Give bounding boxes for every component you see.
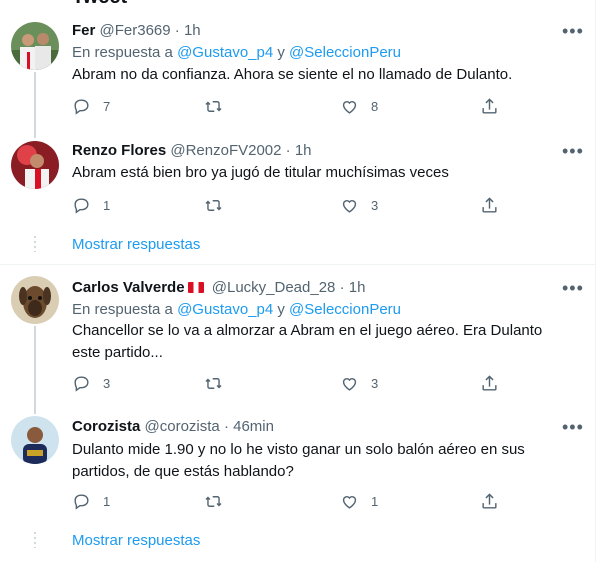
thread-line-dotted bbox=[34, 532, 36, 548]
show-replies-link[interactable]: Mostrar respuestas bbox=[72, 532, 200, 549]
author-handle[interactable]: @Fer3669 bbox=[100, 22, 171, 39]
like-button[interactable]: 3 bbox=[340, 374, 378, 393]
author-name[interactable]: Fer bbox=[72, 22, 95, 39]
tweet-text: Abram no da confianza. Ahora se siente e… bbox=[72, 66, 513, 83]
action-bar: 3 3 bbox=[72, 374, 512, 394]
reply-button[interactable]: 3 bbox=[72, 374, 110, 393]
column-border bbox=[595, 0, 596, 562]
timestamp[interactable]: 46min bbox=[233, 418, 274, 435]
reply-icon bbox=[74, 376, 89, 392]
author-handle[interactable]: @RenzoFV2002 bbox=[170, 142, 281, 159]
author-handle[interactable]: @corozista bbox=[145, 418, 220, 435]
author-name[interactable]: Corozista bbox=[72, 418, 140, 435]
divider bbox=[0, 264, 595, 265]
mention-link[interactable]: @SeleccionPeru bbox=[289, 44, 401, 61]
like-button[interactable]: 8 bbox=[340, 97, 378, 116]
peru-flag-icon bbox=[187, 282, 204, 293]
like-icon bbox=[342, 200, 357, 213]
share-icon bbox=[482, 493, 497, 509]
retweet-icon bbox=[205, 378, 222, 389]
action-bar: 7 8 bbox=[72, 97, 512, 117]
like-button[interactable]: 3 bbox=[340, 196, 378, 215]
reply-count: 7 bbox=[103, 99, 111, 114]
like-count: 1 bbox=[371, 494, 379, 509]
tweet-header: Corozista @corozista · 46min bbox=[72, 418, 274, 435]
reply-icon bbox=[74, 198, 89, 214]
like-count: 8 bbox=[371, 99, 379, 114]
reply-button[interactable]: 1 bbox=[72, 196, 110, 215]
avatar[interactable] bbox=[11, 141, 59, 189]
tweet-text: Abram está bien bro ya jugó de titular m… bbox=[72, 164, 449, 181]
share-icon bbox=[482, 197, 497, 213]
like-icon bbox=[342, 101, 357, 114]
share-button[interactable] bbox=[480, 196, 499, 215]
author-handle[interactable]: @Lucky_Dead_28 bbox=[212, 279, 336, 296]
avatar[interactable] bbox=[11, 22, 59, 70]
retweet-icon bbox=[205, 200, 222, 211]
reply-button[interactable]: 1 bbox=[72, 492, 110, 511]
like-count: 3 bbox=[371, 198, 379, 213]
thread-line bbox=[34, 326, 36, 414]
timestamp[interactable]: 1h bbox=[295, 142, 312, 159]
retweet-button[interactable] bbox=[204, 492, 235, 511]
share-button[interactable] bbox=[480, 97, 499, 116]
reply-context: En respuesta a @Gustavo_p4 y @SeleccionP… bbox=[72, 301, 401, 318]
more-icon[interactable]: ••• bbox=[562, 142, 584, 160]
share-icon bbox=[482, 98, 497, 114]
reply-button[interactable]: 7 bbox=[72, 97, 110, 116]
timestamp[interactable]: 1h bbox=[349, 279, 366, 296]
thread-line-dotted bbox=[34, 236, 36, 252]
more-icon[interactable]: ••• bbox=[562, 279, 584, 297]
action-bar: 1 3 bbox=[72, 196, 512, 216]
reply-icon bbox=[74, 494, 89, 510]
mention-link[interactable]: @Gustavo_p4 bbox=[177, 44, 273, 61]
share-icon bbox=[482, 375, 497, 391]
like-count: 3 bbox=[371, 376, 379, 391]
like-button[interactable]: 1 bbox=[340, 492, 378, 511]
tweet-text: Chancellor se lo va a almorzar a Abram e… bbox=[72, 322, 543, 361]
retweet-icon bbox=[205, 101, 222, 112]
thread-line bbox=[34, 72, 36, 138]
mention-link[interactable]: @SeleccionPeru bbox=[289, 301, 401, 318]
avatar[interactable] bbox=[11, 416, 59, 464]
page-title: Tweet bbox=[72, 0, 127, 9]
retweet-button[interactable] bbox=[204, 374, 235, 393]
tweet-header: Fer @Fer3669 · 1h bbox=[72, 22, 201, 39]
retweet-icon bbox=[205, 496, 222, 507]
reply-count: 1 bbox=[103, 198, 111, 213]
author-name[interactable]: Renzo Flores bbox=[72, 142, 166, 159]
share-button[interactable] bbox=[480, 374, 499, 393]
more-icon[interactable]: ••• bbox=[562, 22, 584, 40]
action-bar: 1 1 bbox=[72, 492, 512, 512]
mention-link[interactable]: @Gustavo_p4 bbox=[177, 301, 273, 318]
tweet-header: Renzo Flores @RenzoFV2002 · 1h bbox=[72, 142, 312, 159]
show-replies-link[interactable]: Mostrar respuestas bbox=[72, 236, 200, 253]
retweet-button[interactable] bbox=[204, 97, 235, 116]
share-button[interactable] bbox=[480, 492, 499, 511]
avatar[interactable] bbox=[11, 276, 59, 324]
reply-count: 1 bbox=[103, 494, 111, 509]
tweet-text: Dulanto mide 1.90 y no lo he visto ganar… bbox=[72, 441, 525, 480]
author-name[interactable]: Carlos Valverde bbox=[72, 279, 185, 296]
reply-context: En respuesta a @Gustavo_p4 y @SeleccionP… bbox=[72, 44, 401, 61]
like-icon bbox=[342, 496, 357, 509]
tweet-header: Carlos Valverde @Lucky_Dead_28 · 1h bbox=[72, 279, 366, 296]
timestamp[interactable]: 1h bbox=[184, 22, 201, 39]
retweet-button[interactable] bbox=[204, 196, 235, 215]
reply-count: 3 bbox=[103, 376, 111, 391]
more-icon[interactable]: ••• bbox=[562, 418, 584, 436]
like-icon bbox=[342, 378, 357, 391]
reply-icon bbox=[74, 99, 89, 115]
